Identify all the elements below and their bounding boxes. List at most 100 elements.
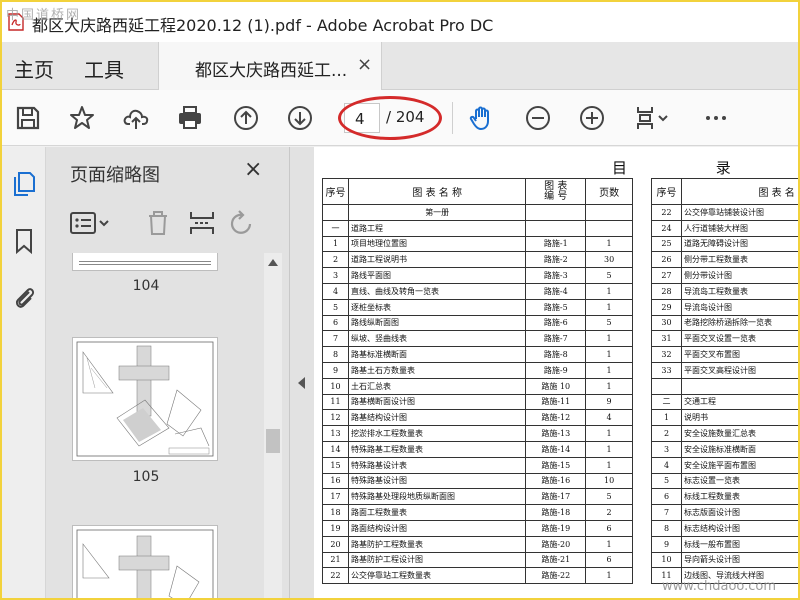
- toc-cell-no: 1: [651, 409, 682, 427]
- scrollbar-thumb[interactable]: [266, 429, 280, 453]
- toc-title: 目 录: [612, 159, 773, 177]
- toc-table-left: 序号 图 表 名 称 图 表 编 号 页数 第一册 一道路工程 1 项目地理位置图路…: [322, 178, 633, 585]
- cloud-upload-icon[interactable]: [118, 100, 154, 136]
- toc-row: 2 道路工程说明书 路施-2 30: [322, 251, 633, 269]
- toc-cell-pages: 6: [585, 551, 633, 569]
- thumbnail-page-number: 104: [132, 278, 160, 294]
- toc-cell-no: 8: [322, 346, 349, 363]
- toc-cell-code: 路施-6: [525, 314, 587, 332]
- toc-cell-no: 3: [651, 440, 682, 458]
- toc-cell-name: 道路工程: [347, 219, 527, 237]
- toc-row: 10 土石汇总表 路施 10 1: [322, 377, 633, 395]
- toc-cell-no: 7: [651, 504, 682, 521]
- toc-row: 5 标志设置一览表: [651, 472, 798, 490]
- toc-cell-code: 路施-22: [525, 567, 587, 585]
- toc-cell-name: 特殊路基处理段地质纵断面图: [347, 488, 527, 506]
- toc-cell-no: 6: [322, 314, 349, 332]
- toc-cell-no: 1: [322, 235, 349, 253]
- tab-home[interactable]: 主页: [14, 54, 54, 83]
- toc-cell-no: 11: [322, 393, 349, 411]
- delete-page-icon[interactable]: [142, 207, 174, 239]
- thumbnail-page[interactable]: [72, 337, 218, 461]
- toc-cell-pages: 9: [585, 393, 633, 411]
- toc-row: [651, 377, 798, 395]
- toc-cell-name: 土石汇总表: [347, 377, 527, 395]
- toc-cell-pages: 1: [585, 235, 633, 253]
- toc-left-body: 第一册 一道路工程 1 项目地理位置图 路施-1 1 2 道路工程说明书 路施-2 30 3 路线平…: [322, 204, 633, 585]
- toc-row: 4 直线、曲线及转角一览表 路施-4 1: [322, 282, 633, 300]
- thumbnail-scrollbar[interactable]: [264, 253, 282, 598]
- page-up-icon[interactable]: [228, 100, 264, 136]
- toc-row: 3 安全设施标准横断面: [651, 440, 798, 458]
- hand-tool-icon[interactable]: [464, 100, 500, 136]
- thumbnail-options-icon[interactable]: [68, 207, 114, 239]
- toc-cell-no: 32: [651, 346, 682, 363]
- toc-cell-code: 路施-13: [525, 425, 587, 442]
- scroll-up-icon[interactable]: [268, 259, 278, 266]
- toc-cell-no: 25: [651, 235, 682, 253]
- toc-cell-code: [525, 219, 587, 237]
- toc-cell-no: 20: [322, 535, 349, 553]
- toc-cell-no: 6: [651, 488, 682, 506]
- toc-cell-name: 道路工程说明书: [347, 251, 527, 269]
- toc-cell-name: 导流岛设计图: [681, 298, 798, 316]
- print-icon[interactable]: [172, 100, 208, 136]
- thumbnail-page[interactable]: [72, 525, 218, 598]
- toc-cell-pages: 1: [585, 377, 633, 395]
- header-name: 图 表 名 称: [347, 178, 527, 205]
- page-thumbnails-icon[interactable]: [10, 169, 38, 197]
- toc-cell-name: 导流岛工程数量表: [681, 282, 798, 300]
- toc-cell-no: 21: [322, 551, 349, 569]
- close-panel-icon[interactable]: ×: [244, 157, 262, 182]
- toc-row: 1 说明书: [651, 409, 798, 427]
- tab-document[interactable]: 都区大庆路西延工... ×: [158, 42, 382, 90]
- toc-cell-pages: 30: [585, 251, 633, 269]
- toc-cell-name: 导向箭头设计图: [681, 551, 798, 569]
- collapse-panel-icon[interactable]: [298, 377, 305, 389]
- toc-cell-pages: 1: [585, 440, 633, 458]
- toc-cell-name: 公交停靠站铺装设计图: [681, 204, 798, 221]
- page-down-icon[interactable]: [282, 100, 318, 136]
- toc-cell-name: 侧分带设计图: [681, 267, 798, 284]
- toc-cell-name: 挖淤排水工程数量表: [347, 425, 527, 442]
- attachments-icon[interactable]: [10, 283, 38, 311]
- zoom-in-icon[interactable]: [574, 100, 610, 136]
- toc-cell-no: 10: [322, 377, 349, 395]
- insert-page-icon[interactable]: [186, 207, 218, 239]
- left-navigation-rail: [2, 147, 46, 598]
- toc-cell-no: 8: [651, 519, 682, 537]
- close-tab-icon[interactable]: ×: [357, 54, 372, 75]
- toc-cell-name: 路基土石方数量表: [347, 361, 527, 379]
- toc-row: 12 路基结构设计图 路施-12 4: [322, 409, 633, 427]
- tab-tools[interactable]: 工具: [84, 54, 124, 83]
- toc-row: 7 纵坡、竖曲线表 路施-7 1: [322, 330, 633, 348]
- toc-cell-no: 4: [651, 456, 682, 474]
- toc-cell-no: 9: [651, 535, 682, 553]
- main-toolbar: 4 / 204: [2, 90, 798, 146]
- toc-cell-no: 31: [651, 330, 682, 348]
- thumbnail-page[interactable]: [72, 253, 218, 271]
- toc-cell-no: 二: [651, 393, 682, 411]
- toc-cell-code: 路施-14: [525, 440, 587, 458]
- more-icon[interactable]: [698, 100, 734, 136]
- toc-cell-pages: 2: [585, 504, 633, 521]
- bookmarks-icon[interactable]: [10, 227, 38, 255]
- toc-cell-pages: 1: [585, 330, 633, 348]
- rotate-icon[interactable]: [226, 207, 258, 239]
- document-view[interactable]: 目 录 序号 图 表 名 称 图 表 编 号 页数 第一册 一 道路工程 1 项…: [314, 147, 798, 598]
- toc-cell-name: 路面结构设计图: [347, 519, 527, 537]
- zoom-out-icon[interactable]: [520, 100, 556, 136]
- toc-cell-name: 标志版面设计图: [681, 504, 798, 521]
- toc-cell-name: 逐桩坐标表: [347, 298, 527, 316]
- toc-row: 27 侧分带设计图: [651, 267, 798, 284]
- fit-page-icon[interactable]: [628, 100, 676, 136]
- toolbar-separator: [452, 102, 453, 134]
- bookmark-star-icon[interactable]: [64, 100, 100, 136]
- toc-cell-no: 2: [322, 251, 349, 269]
- toc-cell-pages: 1: [585, 567, 633, 585]
- toc-cell-no: 7: [322, 330, 349, 348]
- save-icon[interactable]: [10, 100, 46, 136]
- toc-cell-pages: 1: [585, 535, 633, 553]
- toc-cell-name: 路基结构设计图: [347, 409, 527, 427]
- toc-cell-name: 路线平面图: [347, 267, 527, 284]
